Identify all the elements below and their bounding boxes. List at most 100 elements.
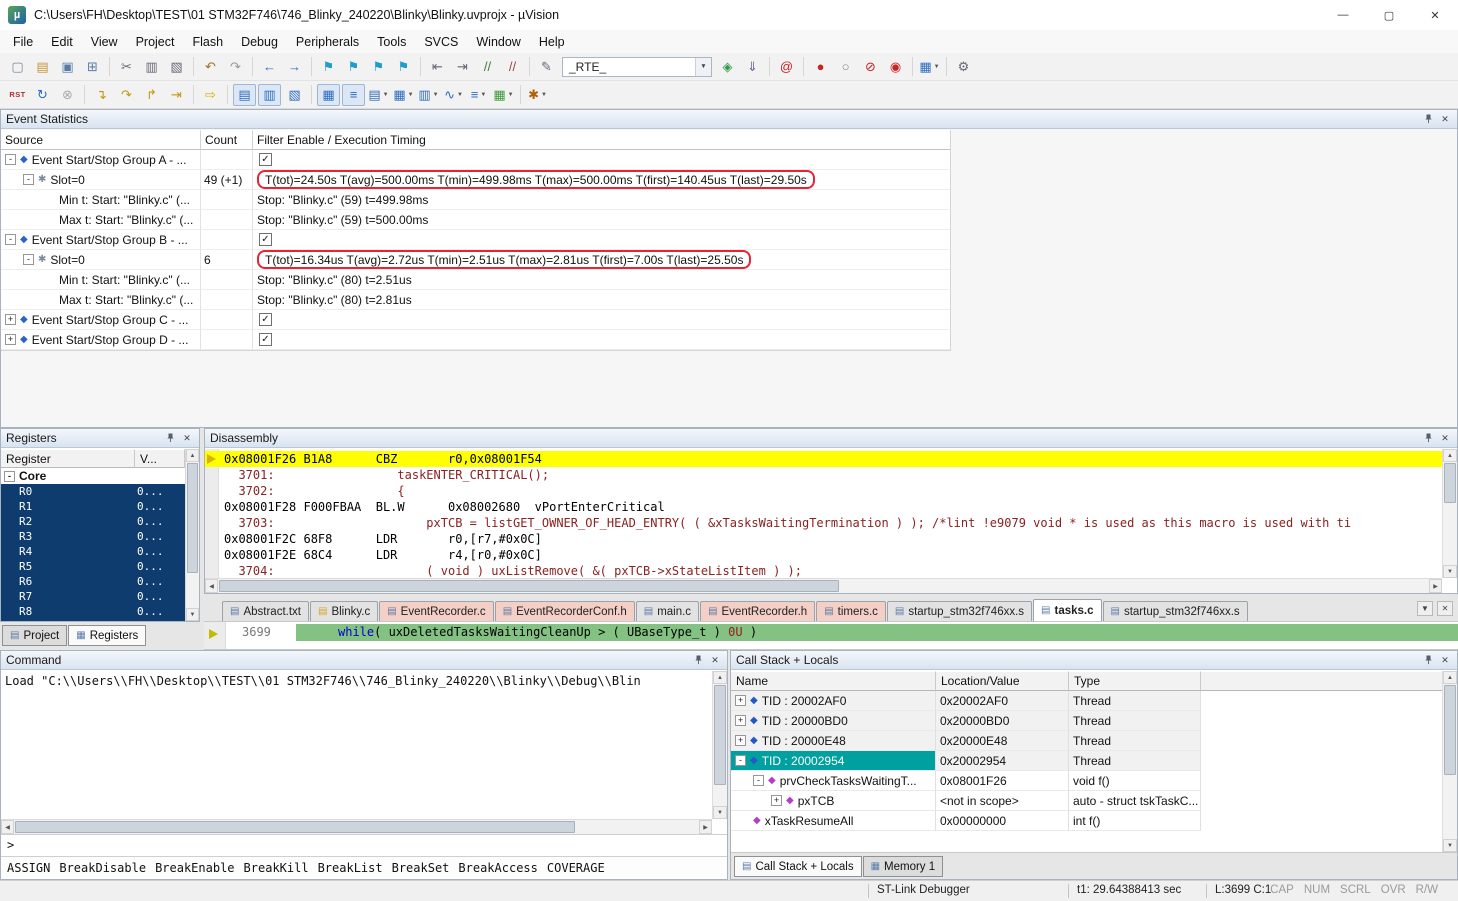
paste-icon[interactable]: ▧ — [165, 56, 188, 78]
column-header-name[interactable]: Name — [731, 671, 936, 691]
scroll-down-icon[interactable]: ▼ — [1443, 565, 1457, 578]
file-tab-eventrecorder-c[interactable]: ▤EventRecorder.c — [379, 601, 493, 621]
trace-window-icon[interactable]: ≡▼ — [467, 84, 490, 106]
call-stack-window-icon[interactable]: ≡ — [342, 84, 365, 106]
command-vertical-scrollbar[interactable]: ▲ ▼ — [712, 671, 727, 819]
pin-icon[interactable] — [1421, 432, 1435, 445]
scrollbar-thumb[interactable] — [714, 685, 726, 785]
register-row[interactable]: R10... — [1, 499, 185, 514]
register-row[interactable]: R30... — [1, 529, 185, 544]
scroll-down-icon[interactable]: ▼ — [1443, 839, 1457, 852]
file-tab-eventrecorderconf-h[interactable]: ▤EventRecorderConf.h — [495, 601, 635, 621]
tree-expander-icon[interactable]: - — [4, 471, 15, 482]
disassembly-line[interactable]: 0x08001F2E 68C4 LDR r4,[r0,#0x0C] — [205, 547, 1442, 563]
open-folder-icon[interactable]: ▤ — [31, 56, 54, 78]
command-function-breakaccess[interactable]: BreakAccess — [458, 861, 537, 875]
toolbox-icon[interactable]: ✱▼ — [526, 84, 549, 106]
register-row[interactable]: R60... — [1, 574, 185, 589]
bookmark-next-icon[interactable]: ⚑ — [367, 56, 390, 78]
configure-target-icon[interactable]: ✎ — [535, 56, 558, 78]
tree-expander-icon[interactable]: - — [23, 174, 34, 185]
maximize-button[interactable]: ▢ — [1366, 0, 1412, 30]
call-stack-row[interactable]: +◆TID : 20000BD00x20000BD0Thread — [731, 711, 1442, 731]
bookmark-toggle-icon[interactable]: ⚑ — [317, 56, 340, 78]
call-stack-row[interactable]: +◆TID : 20000E480x20000E48Thread — [731, 731, 1442, 751]
command-input[interactable]: > — [1, 834, 727, 856]
tree-expander-icon[interactable]: - — [5, 234, 16, 245]
tab-project[interactable]: ▤ Project — [2, 625, 67, 646]
copy-icon[interactable]: ▥ — [140, 56, 163, 78]
event-row[interactable]: Max t: Start: "Blinky.c" (...Stop: "Blin… — [1, 290, 950, 310]
command-function-breakdisable[interactable]: BreakDisable — [59, 861, 146, 875]
disassembly-line[interactable]: 3703: pxTCB = listGET_OWNER_OF_HEAD_ENTR… — [205, 515, 1442, 531]
call-stack-row[interactable]: -◆prvCheckTasksWaitingT...0x08001F26void… — [731, 771, 1442, 791]
kill-breakpoints-icon[interactable]: ⊘ — [859, 56, 882, 78]
step-over-icon[interactable]: ↷ — [115, 84, 138, 106]
disassembly-horizontal-scrollbar[interactable]: ◀ ▶ — [205, 578, 1442, 593]
memory-window-icon[interactable]: ▦▼ — [392, 84, 415, 106]
column-header-filter-timing[interactable]: Filter Enable / Execution Timing — [253, 130, 950, 150]
chevron-down-icon[interactable]: ▼ — [457, 92, 463, 98]
scroll-up-icon[interactable]: ▲ — [1443, 671, 1457, 684]
chevron-down-icon[interactable]: ▼ — [508, 92, 514, 98]
tab-registers[interactable]: ▦ Registers — [68, 625, 146, 646]
run-to-cursor-icon[interactable]: ⇥ — [165, 84, 188, 106]
scroll-left-icon[interactable]: ◀ — [205, 579, 218, 593]
file-tab-startup-stm32f746xx-s[interactable]: ▤startup_stm32f746xx.s — [1103, 601, 1248, 621]
scroll-up-icon[interactable]: ▲ — [186, 449, 199, 462]
call-stack-row[interactable]: ◆xTaskResumeAll0x00000000int f() — [731, 811, 1442, 831]
menu-item-peripherals[interactable]: Peripherals — [287, 32, 368, 52]
scrollbar-thumb[interactable] — [187, 463, 198, 573]
scroll-up-icon[interactable]: ▲ — [1443, 449, 1457, 462]
registers-scrollbar[interactable]: ▲ ▼ — [185, 449, 199, 621]
window-layout-icon[interactable]: ▦▼ — [918, 56, 941, 78]
event-row[interactable]: -◆Event Start/Stop Group B - ...✓ — [1, 230, 950, 250]
uncomment-icon[interactable]: // — [501, 56, 524, 78]
save-all-icon[interactable]: ⊞ — [81, 56, 104, 78]
step-out-icon[interactable]: ↱ — [140, 84, 163, 106]
column-header-value[interactable]: V... — [135, 449, 185, 468]
disassembly-line[interactable]: 3704: ( void ) uxListRemove( &( pxTCB->x… — [205, 563, 1442, 578]
register-row[interactable]: R20... — [1, 514, 185, 529]
tree-expander-icon[interactable]: + — [5, 314, 16, 325]
manage-rte-icon[interactable]: ◈ — [716, 56, 739, 78]
menu-item-edit[interactable]: Edit — [42, 32, 82, 52]
undo-icon[interactable]: ↶ — [199, 56, 222, 78]
register-row[interactable]: R80... — [1, 604, 185, 619]
indent-left-icon[interactable]: ⇤ — [426, 56, 449, 78]
menu-item-debug[interactable]: Debug — [232, 32, 287, 52]
close-icon[interactable]: ✕ — [708, 654, 722, 667]
command-output[interactable]: Load "C:\\Users\\FH\\Desktop\\TEST\\01 S… — [1, 671, 712, 819]
filter-enable-checkbox[interactable]: ✓ — [259, 313, 272, 326]
comment-icon[interactable]: // — [476, 56, 499, 78]
scrollbar-thumb[interactable] — [1444, 463, 1456, 503]
pin-icon[interactable] — [1421, 654, 1435, 667]
scroll-down-icon[interactable]: ▼ — [186, 608, 199, 621]
menu-item-view[interactable]: View — [82, 32, 127, 52]
disassembly-line[interactable]: 0x08001F2C 68F8 LDR r0,[r7,#0x0C] — [205, 531, 1442, 547]
close-icon[interactable]: ✕ — [1438, 432, 1452, 445]
filter-enable-checkbox[interactable]: ✓ — [259, 153, 272, 166]
column-header-location-value[interactable]: Location/Value — [936, 671, 1069, 691]
file-tab-main-c[interactable]: ▤main.c — [636, 601, 699, 621]
menu-item-project[interactable]: Project — [127, 32, 184, 52]
source-editor[interactable]: 3699 while( uxDeletedTasksWaitingCleanUp… — [204, 621, 1458, 650]
scrollbar-thumb[interactable] — [1444, 685, 1456, 775]
navigate-forward-icon[interactable]: → — [283, 56, 306, 78]
file-tab-eventrecorder-h[interactable]: ▤EventRecorder.h — [700, 601, 815, 621]
reset-icon[interactable]: RST — [6, 84, 29, 106]
close-icon[interactable]: ✕ — [1438, 113, 1452, 126]
call-stack-row[interactable]: +◆pxTCB<not in scope>auto - struct tskTa… — [731, 791, 1442, 811]
register-row[interactable]: R70... — [1, 589, 185, 604]
pin-icon[interactable] — [691, 654, 705, 667]
filter-enable-checkbox[interactable]: ✓ — [259, 233, 272, 246]
file-tab-startup-stm32f746xx-s[interactable]: ▤startup_stm32f746xx.s — [887, 601, 1032, 621]
column-header-count[interactable]: Count — [201, 130, 253, 150]
pin-icon[interactable] — [163, 432, 177, 445]
scroll-down-icon[interactable]: ▼ — [713, 806, 727, 819]
event-row[interactable]: Max t: Start: "Blinky.c" (...Stop: "Blin… — [1, 210, 950, 230]
symbols-window-icon[interactable]: ▧ — [283, 84, 306, 106]
chevron-down-icon[interactable]: ▼ — [934, 64, 940, 70]
tree-expander-icon[interactable]: + — [735, 715, 746, 726]
insert-breakpoint-icon[interactable]: ● — [809, 56, 832, 78]
